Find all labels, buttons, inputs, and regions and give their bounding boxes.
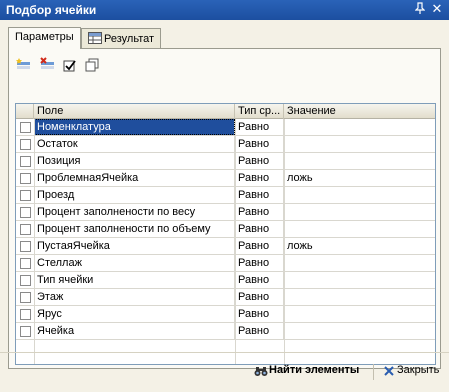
header-comparison-type[interactable]: Тип ср... [235, 104, 284, 119]
cell-value[interactable]: ложь [284, 238, 435, 254]
cell-value[interactable] [284, 119, 435, 135]
cell-field[interactable]: Номенклатура [34, 119, 235, 135]
delete-row-icon[interactable] [39, 57, 59, 75]
header-value[interactable]: Значение [284, 104, 435, 119]
tab-parameters-label: Параметры [15, 31, 74, 43]
table-row[interactable]: Этаж Равно [16, 289, 435, 306]
cell-value[interactable] [284, 204, 435, 220]
column-divider [34, 119, 35, 364]
row-checkbox[interactable] [20, 309, 31, 320]
cell-value[interactable] [284, 153, 435, 169]
table-row[interactable]: Ячейка Равно [16, 323, 435, 340]
close-label: Закрыть [397, 364, 440, 376]
cell-value[interactable] [284, 136, 435, 152]
table-header: Поле Тип ср... Значение [16, 104, 435, 119]
close-button[interactable]: Закрыть [382, 362, 444, 380]
cell-field[interactable]: Ячейка [34, 323, 235, 339]
copy-icon[interactable] [83, 57, 103, 75]
row-checkbox[interactable] [20, 173, 31, 184]
row-checkbox[interactable] [20, 139, 31, 150]
row-checkbox[interactable] [20, 156, 31, 167]
binoculars-icon [254, 364, 268, 378]
cell-type[interactable]: Равно [235, 170, 284, 186]
cell-value[interactable] [284, 323, 435, 339]
cell-value[interactable] [284, 221, 435, 237]
cell-field[interactable]: Тип ячейки [34, 272, 235, 288]
tab-result-label: Результат [104, 33, 155, 45]
close-x-icon [382, 364, 396, 378]
cell-field[interactable]: Этаж [34, 289, 235, 305]
close-icon[interactable]: ✕ [430, 2, 444, 17]
cell-type[interactable]: Равно [235, 204, 284, 220]
cell-value[interactable] [284, 187, 435, 203]
check-all-icon[interactable] [61, 57, 81, 75]
cell-field[interactable]: Проезд [34, 187, 235, 203]
cell-field[interactable]: Процент заполнености по объему [34, 221, 235, 237]
table-row[interactable]: ПустаяЯчейка Равно ложь [16, 238, 435, 255]
dialog-body: Параметры Результат Поле Тип ср... Значе… [0, 20, 449, 392]
title-bar: Подбор ячейки ✕ [0, 0, 449, 20]
cell-field[interactable]: Процент заполнености по весу [34, 204, 235, 220]
table-row[interactable]: Проезд Равно [16, 187, 435, 204]
cell-value[interactable] [284, 306, 435, 322]
button-divider [373, 364, 374, 380]
row-checkbox[interactable] [20, 258, 31, 269]
table-row[interactable]: Позиция Равно [16, 153, 435, 170]
row-checkbox[interactable] [20, 207, 31, 218]
tab-result[interactable]: Результат [81, 28, 162, 48]
cell-type[interactable]: Равно [235, 289, 284, 305]
cell-value[interactable] [284, 272, 435, 288]
row-checkbox[interactable] [20, 241, 31, 252]
column-divider [284, 119, 285, 364]
cell-field[interactable]: Остаток [34, 136, 235, 152]
cell-type[interactable]: Равно [235, 272, 284, 288]
cell-type[interactable]: Равно [235, 306, 284, 322]
row-checkbox[interactable] [20, 292, 31, 303]
cell-value[interactable]: ложь [284, 170, 435, 186]
cell-value[interactable] [284, 289, 435, 305]
row-checkbox[interactable] [20, 122, 31, 133]
cell-type[interactable]: Равно [235, 119, 284, 135]
row-checkbox[interactable] [20, 326, 31, 337]
header-check-column [16, 104, 34, 119]
cell-type[interactable]: Равно [235, 187, 284, 203]
cell-type[interactable]: Равно [235, 221, 284, 237]
cell-value[interactable] [284, 255, 435, 271]
cell-type[interactable]: Равно [235, 136, 284, 152]
column-divider [235, 119, 236, 364]
add-row-icon[interactable] [15, 57, 35, 75]
table-row[interactable]: Номенклатура Равно [16, 119, 435, 136]
header-field[interactable]: Поле [34, 104, 235, 119]
parameters-table[interactable]: Поле Тип ср... Значение Номенклатура Рав… [15, 103, 436, 365]
row-checkbox[interactable] [20, 224, 31, 235]
table-row[interactable]: Стеллаж Равно [16, 255, 435, 272]
row-checkbox[interactable] [20, 190, 31, 201]
cell-type[interactable]: Равно [235, 323, 284, 339]
table-row[interactable]: Остаток Равно [16, 136, 435, 153]
cell-type[interactable]: Равно [235, 255, 284, 271]
cell-type[interactable]: Равно [235, 238, 284, 254]
table-row[interactable]: Процент заполнености по объему Равно [16, 221, 435, 238]
window-title: Подбор ячейки [6, 3, 97, 17]
table-icon [88, 32, 102, 44]
table-row[interactable]: Процент заполнености по весу Равно [16, 204, 435, 221]
find-elements-button[interactable]: Найти элементы [254, 362, 370, 380]
cell-field[interactable]: ПустаяЯчейка [34, 238, 235, 254]
table-row[interactable]: ПроблемнаяЯчейка Равно ложь [16, 170, 435, 187]
cell-field[interactable]: Ярус [34, 306, 235, 322]
find-elements-label: Найти элементы [269, 364, 360, 376]
table-row[interactable]: Тип ячейки Равно [16, 272, 435, 289]
cell-type[interactable]: Равно [235, 153, 284, 169]
pin-icon[interactable] [413, 2, 427, 17]
cell-field[interactable]: Стеллаж [34, 255, 235, 271]
cell-field[interactable]: ПроблемнаяЯчейка [34, 170, 235, 186]
row-checkbox[interactable] [20, 275, 31, 286]
table-row[interactable]: Ярус Равно [16, 306, 435, 323]
cell-field[interactable]: Позиция [34, 153, 235, 169]
parameters-panel: Поле Тип ср... Значение Номенклатура Рав… [8, 48, 441, 369]
tab-parameters[interactable]: Параметры [8, 27, 81, 49]
